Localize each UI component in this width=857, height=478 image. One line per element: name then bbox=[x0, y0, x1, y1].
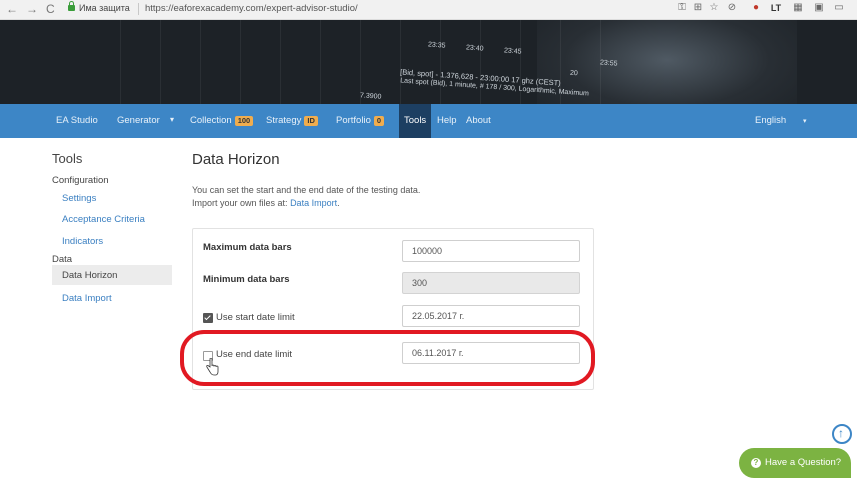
block-icon[interactable]: ⊘ bbox=[726, 2, 738, 14]
nav-help[interactable]: Help bbox=[437, 115, 457, 126]
address-separator bbox=[138, 3, 139, 15]
reload-icon[interactable]: C bbox=[46, 2, 55, 16]
hand-cursor-icon bbox=[206, 358, 219, 376]
extension-box-icon[interactable]: ▣ bbox=[813, 2, 825, 14]
page-description: You can set the start and the end date o… bbox=[192, 185, 421, 195]
nav-strategy-label: Strategy bbox=[266, 115, 302, 126]
generator-caret-icon[interactable]: ▾ bbox=[170, 115, 174, 124]
max-bars-label: Maximum data bars bbox=[203, 242, 292, 253]
nav-strategy[interactable]: Strategy ID bbox=[266, 115, 318, 126]
language-caret-icon[interactable]: ▾ bbox=[803, 117, 807, 125]
sidebar-item-indicators[interactable]: Indicators bbox=[62, 236, 103, 247]
banner-time: 23:35 bbox=[427, 41, 446, 50]
translate-icon[interactable]: ⊞ bbox=[692, 2, 704, 14]
main-navbar: EA Studio Generator ▾ Collection 100 Stra… bbox=[0, 104, 857, 138]
data-import-link[interactable]: Data Import bbox=[290, 198, 337, 208]
back-icon[interactable]: ← bbox=[6, 2, 18, 16]
forward-icon[interactable]: → bbox=[26, 2, 38, 16]
browser-toolbar: ← → C Има защита https://eaforexacademy.… bbox=[0, 0, 857, 20]
min-bars-input: 300 bbox=[402, 272, 580, 294]
lock-icon bbox=[68, 1, 75, 11]
sidebar-group-data: Data bbox=[52, 254, 73, 265]
banner-time: 23:45 bbox=[503, 47, 522, 56]
nav-about[interactable]: About bbox=[466, 115, 491, 126]
start-date-input[interactable]: 22.05.2017 г. bbox=[402, 305, 580, 327]
sidebar-group-configuration: Configuration bbox=[52, 175, 109, 186]
lt-extension-icon[interactable]: LT bbox=[770, 2, 782, 14]
banner-time: 23:55 bbox=[599, 59, 618, 68]
chat-extension-icon[interactable]: ▭ bbox=[833, 2, 845, 14]
extension-gray-icon[interactable]: ▦ bbox=[792, 2, 804, 14]
collection-count-badge: 100 bbox=[234, 116, 254, 126]
scroll-to-top-button[interactable] bbox=[832, 424, 852, 444]
nav-collection[interactable]: Collection 100 bbox=[190, 115, 254, 126]
star-icon[interactable]: ☆ bbox=[708, 2, 720, 14]
sidebar-item-data-horizon-label: Data Horizon bbox=[62, 270, 118, 281]
secure-indicator[interactable]: Има защита bbox=[79, 3, 130, 13]
max-bars-input[interactable]: 100000 bbox=[402, 240, 580, 262]
sidebar-item-settings[interactable]: Settings bbox=[62, 193, 96, 204]
nav-portfolio-label: Portfolio bbox=[336, 115, 371, 126]
import-prefix-text: Import your own files at: bbox=[192, 198, 288, 208]
start-date-checkbox[interactable] bbox=[203, 313, 213, 323]
extension-red-icon[interactable]: ● bbox=[750, 2, 762, 14]
portfolio-count-badge: 0 bbox=[373, 116, 385, 126]
key-icon[interactable]: ⚿ bbox=[676, 2, 688, 14]
start-date-label: Use start date limit bbox=[216, 312, 295, 323]
page-title: Data Horizon bbox=[192, 151, 280, 168]
address-bar[interactable]: https://eaforexacademy.com/expert-adviso… bbox=[145, 3, 358, 14]
sidebar-item-data-import[interactable]: Data Import bbox=[62, 293, 112, 304]
banner-price: 7.3900 bbox=[359, 92, 382, 101]
have-a-question-button[interactable]: ? Have a Question? bbox=[739, 448, 851, 478]
page-description-import: Import your own files at: Data Import. bbox=[192, 198, 340, 208]
nav-generator[interactable]: Generator bbox=[117, 115, 160, 126]
nav-ea-studio[interactable]: EA Studio bbox=[56, 115, 98, 126]
sidebar-item-acceptance-criteria[interactable]: Acceptance Criteria bbox=[62, 214, 145, 225]
end-date-highlight-annotation bbox=[180, 330, 595, 386]
banner-time: 20 bbox=[569, 69, 579, 78]
have-a-question-label: Have a Question? bbox=[765, 457, 842, 468]
min-bars-label: Minimum data bars bbox=[203, 274, 290, 285]
language-selector[interactable]: English bbox=[755, 115, 786, 126]
banner-time: 23:40 bbox=[465, 44, 484, 53]
import-suffix-text: . bbox=[337, 198, 340, 208]
sidebar-title: Tools bbox=[52, 151, 83, 166]
nav-collection-label: Collection bbox=[190, 115, 232, 126]
nav-portfolio[interactable]: Portfolio 0 bbox=[336, 115, 385, 126]
strategy-id-badge: ID bbox=[304, 116, 318, 126]
nav-tools[interactable]: Tools bbox=[404, 115, 426, 126]
header-banner: 23:35 23:40 23:45 23:55 20 [Bid, spot] -… bbox=[0, 20, 857, 104]
question-icon: ? bbox=[751, 458, 761, 468]
